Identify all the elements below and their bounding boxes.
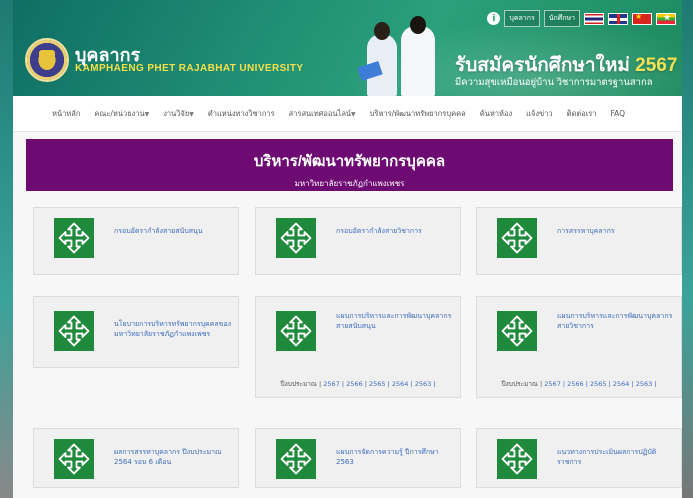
china-flag-icon[interactable] <box>632 12 652 25</box>
card-body: แผนการบริหารและการพัฒนาบุคลากร สายสนับสน… <box>256 297 460 363</box>
card-support-staff-plan[interactable]: แผนการบริหารและการพัฒนาบุคลากร สายสนับสน… <box>255 296 461 398</box>
move-arrows-icon[interactable] <box>276 439 316 479</box>
book-image <box>357 60 383 82</box>
main-nav: หน้าหลัก คณะ/หน่วยงาน▼ งานวิจัย▼ ตำแหน่ง… <box>13 96 682 132</box>
card-body: แผนการบริหารและการพัฒนาบุคลากร สายวิชากา… <box>477 297 681 363</box>
logo-emblem <box>39 50 55 70</box>
move-arrows-icon[interactable] <box>497 218 537 258</box>
card-link[interactable]: กรอบอัตรากำลังสายสนับสนุน <box>114 226 234 236</box>
card-link[interactable]: แผนการจัดการความรู้ ปีการศึกษา 2563 <box>336 447 456 467</box>
banner-subtitle: มีความสุขเหมือนอยู่บ้าน วิชาการมาตรฐานสา… <box>455 77 653 88</box>
caret-down-icon: ▼ <box>144 110 150 118</box>
banner-title-text: รับสมัครนักศึกษาใหม่ <box>455 55 630 76</box>
nav-item-home[interactable]: หน้าหลัก <box>45 108 87 120</box>
card-body: ผลการสรรหาบุคลากร ปีงบประมาณ 2564 รอบ 6 … <box>34 429 238 495</box>
card-link[interactable]: กรอบอัตรากำลังสายวิชาการ <box>336 226 456 236</box>
nav-item-room-search[interactable]: ค้นหาห้อง <box>473 108 519 120</box>
fiscal-year-link-list[interactable]: 2567 | 2566 | 2565 | 2564 | 2563 | <box>544 380 656 388</box>
nav-item-hr[interactable]: บริหาร/พัฒนาทรัพยากรบุคคล <box>363 108 473 120</box>
nav-item-faculties[interactable]: คณะ/หน่วยงาน▼ <box>87 108 156 120</box>
user-icon[interactable]: i <box>487 12 501 25</box>
student-link[interactable]: นักศึกษา <box>543 10 580 27</box>
personnel-link[interactable]: บุคลากร <box>504 10 540 27</box>
card-link[interactable]: การสรรหาบุคลากร <box>557 226 677 236</box>
card-body: กรอบอัตรากำลังสายวิชาการ <box>256 208 460 274</box>
card-performance-evaluation[interactable]: แนวทางการประเมินผลการปฏิบัติราชการ <box>476 428 682 488</box>
card-body: กรอบอัตรากำลังสายสนับสนุน <box>34 208 238 274</box>
nav-item-contact[interactable]: ติดต่อเรา <box>560 108 604 120</box>
card-body: แผนการจัดการความรู้ ปีการศึกษา 2563 <box>256 429 460 495</box>
card-recruitment-results[interactable]: ผลการสรรหาบุคลากร ปีงบประมาณ 2564 รอบ 6 … <box>33 428 239 488</box>
card-link[interactable]: แนวทางการประเมินผลการปฏิบัติราชการ <box>557 447 677 467</box>
card-link[interactable]: ผลการสรรหาบุคลากร ปีงบประมาณ 2564 รอบ 6 … <box>114 447 234 467</box>
card-recruitment[interactable]: การสรรหาบุคลากร <box>476 207 682 275</box>
card-body: การสรรหาบุคลากร <box>477 208 681 274</box>
banner-year: 2567 <box>635 55 678 76</box>
fiscal-year-label: ปีงบประมาณ | <box>501 380 543 388</box>
nav-item-news[interactable]: แจ้งข่าว <box>519 108 559 120</box>
page-background-left <box>0 0 13 498</box>
caret-down-icon: ▼ <box>189 110 194 118</box>
nav-item-research[interactable]: งานวิจัย▼ <box>156 108 201 120</box>
move-arrows-icon[interactable] <box>497 439 537 479</box>
card-link[interactable]: แผนการบริหารและการพัฒนาบุคลากร สายสนับสน… <box>336 311 456 331</box>
fiscal-year-label: ปีงบประมาณ | <box>280 380 322 388</box>
fiscal-year-link-list[interactable]: 2567 | 2566 | 2565 | 2564 | 2563 | <box>323 380 435 388</box>
student-figure <box>367 22 397 96</box>
topbar: i บุคลากร นักศึกษา <box>487 10 676 27</box>
site-subtitle: KAMPHAENG PHET RAJABHAT UNIVERSITY <box>75 63 304 74</box>
fiscal-year-links: ปีงบประมาณ | 2567 | 2566 | 2565 | 2564 |… <box>256 379 460 389</box>
fiscal-year-links: ปีงบประมาณ | 2567 | 2566 | 2565 | 2564 |… <box>477 379 681 389</box>
card-hr-policy[interactable]: นโยบายการบริหารทรัพยากรบุคคลของมหาวิทยาล… <box>33 296 239 368</box>
nav-item-faq[interactable]: FAQ <box>604 109 633 118</box>
uk-flag-icon[interactable] <box>608 12 628 25</box>
card-support-staff-framework[interactable]: กรอบอัตรากำลังสายสนับสนุน <box>33 207 239 275</box>
move-arrows-icon[interactable] <box>497 311 537 351</box>
move-arrows-icon[interactable] <box>276 311 316 351</box>
card-body: แนวทางการประเมินผลการปฏิบัติราชการ <box>477 429 681 495</box>
myanmar-flag-icon[interactable] <box>656 12 676 25</box>
card-academic-staff-plan[interactable]: แผนการบริหารและการพัฒนาบุคลากร สายวิชากา… <box>476 296 682 398</box>
card-academic-staff-framework[interactable]: กรอบอัตรากำลังสายวิชาการ <box>255 207 461 275</box>
section-subtitle: มหาวิทยาลัยราชภัฏกำแพงเพชร <box>294 179 405 188</box>
thai-flag-icon[interactable] <box>584 12 604 25</box>
site-header: บุคลากร KAMPHAENG PHET RAJABHAT UNIVERSI… <box>13 0 682 96</box>
card-link[interactable]: นโยบายการบริหารทรัพยากรบุคคลของมหาวิทยาล… <box>114 319 234 339</box>
card-link[interactable]: แผนการบริหารและการพัฒนาบุคลากร สายวิชากา… <box>557 311 677 331</box>
banner-students-image <box>357 16 449 96</box>
section-hero: บริหาร/พัฒนาทรัพยากรบุคคล มหาวิทยาลัยราช… <box>26 139 673 191</box>
card-knowledge-management[interactable]: แผนการจัดการความรู้ ปีการศึกษา 2563 <box>255 428 461 488</box>
card-body: นโยบายการบริหารทรัพยากรบุคคลของมหาวิทยาล… <box>34 297 238 363</box>
student-figure <box>401 16 435 96</box>
move-arrows-icon[interactable] <box>276 218 316 258</box>
move-arrows-icon[interactable] <box>54 439 94 479</box>
page-container: บุคลากร KAMPHAENG PHET RAJABHAT UNIVERSI… <box>13 0 682 498</box>
move-arrows-icon[interactable] <box>54 311 94 351</box>
nav-item-academic-positions[interactable]: ตำแหน่งทางวิชาการ <box>201 108 282 120</box>
university-logo[interactable] <box>25 38 69 82</box>
page-background-right <box>682 0 693 498</box>
caret-down-icon: ▼ <box>351 110 356 118</box>
nav-item-online-info[interactable]: สารสนเทศออนไลน์▼ <box>282 108 363 120</box>
section-title: บริหาร/พัฒนาทรัพยากรบุคคล <box>253 153 446 170</box>
admission-banner-title[interactable]: รับสมัครนักศึกษาใหม่ 2567 <box>455 50 677 80</box>
move-arrows-icon[interactable] <box>54 218 94 258</box>
